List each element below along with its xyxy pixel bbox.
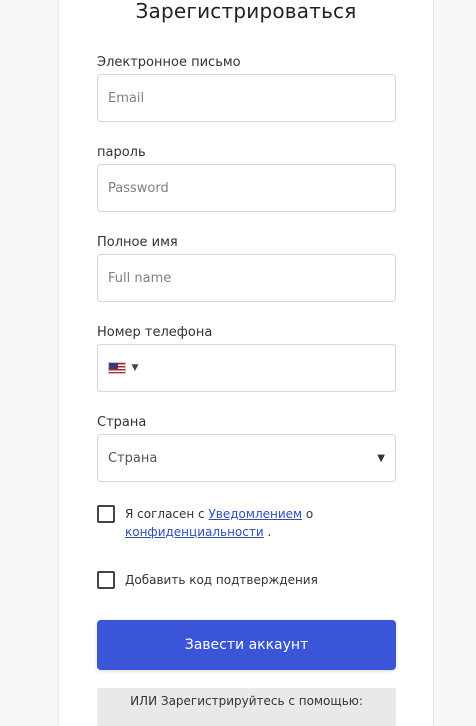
us-flag-icon[interactable] [108, 362, 126, 374]
fullname-field-container[interactable] [97, 254, 396, 302]
privacy-checkbox-label: Я согласен с Уведомлением о конфиденциал… [125, 505, 313, 541]
social-signup-label: ИЛИ Зарегистрируйтесь с помощью: [97, 688, 396, 726]
privacy-prefix: Я согласен с [125, 507, 209, 521]
email-label: Электронное письмо [97, 55, 241, 70]
password-field[interactable] [108, 180, 385, 196]
fullname-label: Полное имя [97, 235, 178, 250]
signup-card: Зарегистрироваться Электронное письмо па… [58, 0, 434, 726]
page-title: Зарегистрироваться [135, 0, 357, 23]
country-label: Страна [97, 415, 147, 430]
privacy-middle: о [302, 507, 314, 521]
country-code-dropdown-icon[interactable]: ▼ [132, 363, 139, 373]
email-field[interactable] [108, 90, 385, 106]
privacy-policy-link[interactable]: конфиденциальности [125, 525, 264, 539]
privacy-suffix: . [263, 525, 272, 539]
phone-field[interactable] [146, 360, 385, 376]
code-checkbox[interactable] [97, 571, 115, 589]
password-label: пароль [97, 145, 146, 160]
country-select[interactable]: Страна ▼ [97, 434, 396, 482]
create-account-button[interactable]: Завести аккаунт [97, 620, 396, 670]
country-select-value: Страна [108, 450, 158, 466]
phone-field-container[interactable]: ▼ [97, 344, 396, 392]
password-field-container[interactable] [97, 164, 396, 212]
code-checkbox-label: Добавить код подтверждения [125, 573, 318, 587]
phone-label: Номер телефона [97, 325, 213, 340]
chevron-down-icon: ▼ [377, 452, 385, 464]
code-checkbox-row: Добавить код подтверждения [97, 571, 396, 589]
email-field-container[interactable] [97, 74, 396, 122]
fullname-field[interactable] [108, 270, 385, 286]
privacy-checkbox-row: Я согласен с Уведомлением о конфиденциал… [97, 505, 396, 541]
privacy-notice-link[interactable]: Уведомлением [208, 507, 302, 521]
privacy-checkbox[interactable] [97, 505, 115, 523]
